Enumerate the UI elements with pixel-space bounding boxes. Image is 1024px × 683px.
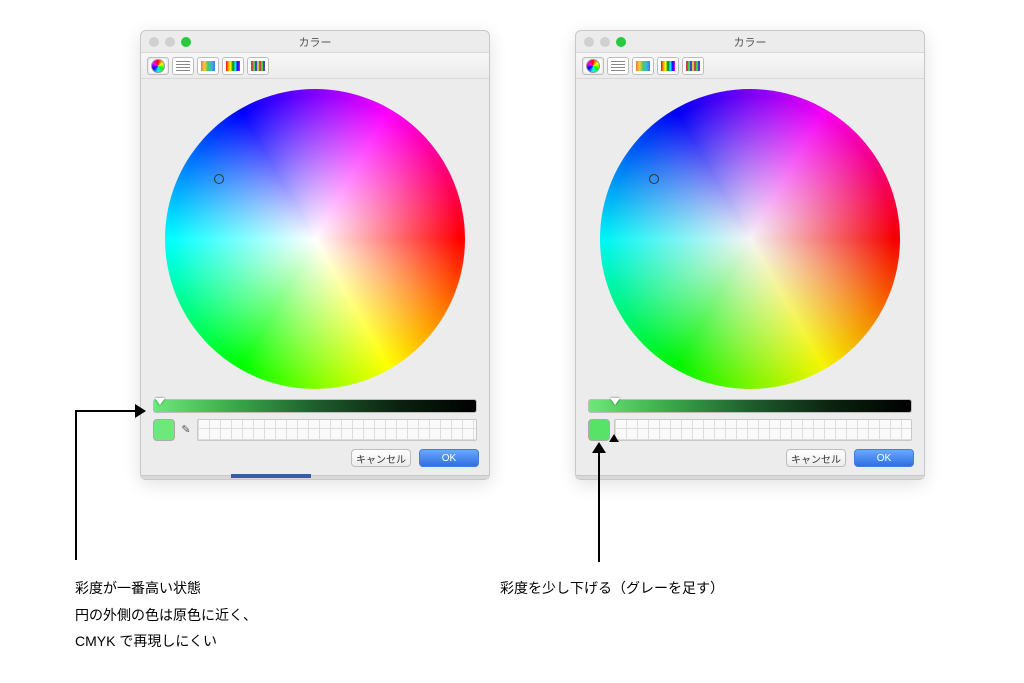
caption-left: 彩度が一番高い状態 円の外側の色は原色に近く、 CMYK で再現しにくい: [75, 575, 257, 655]
mode-sliders-button[interactable]: [607, 57, 629, 75]
mode-spectrum-button[interactable]: [657, 57, 679, 75]
caption-line: 円の外側の色は原色に近く、: [75, 602, 257, 629]
traffic-lights: [584, 37, 626, 47]
swatch-row: ✎: [141, 415, 489, 445]
sliders-icon: [176, 61, 190, 71]
swatch-grid[interactable]: [197, 419, 477, 441]
palette-icon: [636, 61, 650, 71]
current-swatch[interactable]: [588, 419, 610, 441]
mode-pencils-button[interactable]: [247, 57, 269, 75]
button-row: キャンセル OK: [576, 445, 924, 475]
color-wheel-icon: [151, 59, 165, 73]
bottom-bar: [141, 475, 489, 479]
wheel-cursor[interactable]: [649, 174, 659, 184]
mode-wheel-button[interactable]: [582, 57, 604, 75]
color-picker-right: カラー キャンセル OK: [575, 30, 925, 480]
brightness-slider[interactable]: [153, 399, 477, 413]
minimize-dot[interactable]: [600, 37, 610, 47]
brightness-slider-row: [576, 395, 924, 415]
swatch-grid[interactable]: [614, 419, 912, 441]
spectrum-icon: [661, 61, 675, 71]
caption-line: 彩度が一番高い状態: [75, 575, 257, 602]
wheel-area: [141, 79, 489, 395]
wheel-cursor[interactable]: [214, 174, 224, 184]
current-swatch[interactable]: [153, 419, 175, 441]
caption-right: 彩度を少し下げる（グレーを足す）: [500, 575, 724, 602]
button-row: キャンセル OK: [141, 445, 489, 475]
color-wheel[interactable]: [165, 89, 465, 389]
pencils-icon: [251, 61, 265, 71]
palette-icon: [201, 61, 215, 71]
titlebar[interactable]: カラー: [141, 31, 489, 53]
resize-strip: [231, 474, 311, 478]
traffic-lights: [149, 37, 191, 47]
mode-palette-button[interactable]: [632, 57, 654, 75]
wheel-area: [576, 79, 924, 395]
pencils-icon: [686, 61, 700, 71]
window-title: カラー: [576, 34, 924, 50]
mode-toolbar: [576, 53, 924, 79]
cancel-button[interactable]: キャンセル: [786, 449, 846, 467]
eyedropper-icon[interactable]: ✎: [179, 423, 193, 437]
brightness-slider-row: [141, 395, 489, 415]
mode-sliders-button[interactable]: [172, 57, 194, 75]
mode-wheel-button[interactable]: [147, 57, 169, 75]
bottom-bar: [576, 475, 924, 479]
spectrum-icon: [226, 61, 240, 71]
mode-pencils-button[interactable]: [682, 57, 704, 75]
ok-button[interactable]: OK: [419, 449, 479, 467]
mode-spectrum-button[interactable]: [222, 57, 244, 75]
zoom-dot[interactable]: [181, 37, 191, 47]
ok-button[interactable]: OK: [854, 449, 914, 467]
color-wheel[interactable]: [600, 89, 900, 389]
close-dot[interactable]: [149, 37, 159, 47]
mode-palette-button[interactable]: [197, 57, 219, 75]
caption-line: 彩度を少し下げる（グレーを足す）: [500, 580, 724, 596]
zoom-dot[interactable]: [616, 37, 626, 47]
titlebar[interactable]: カラー: [576, 31, 924, 53]
color-wheel-icon: [586, 59, 600, 73]
swatch-row: [576, 415, 924, 445]
caption-line: CMYK で再現しにくい: [75, 628, 257, 655]
sliders-icon: [611, 61, 625, 71]
brightness-slider[interactable]: [588, 399, 912, 413]
minimize-dot[interactable]: [165, 37, 175, 47]
mode-toolbar: [141, 53, 489, 79]
cancel-button[interactable]: キャンセル: [351, 449, 411, 467]
swatch-override-marker: [609, 434, 619, 442]
close-dot[interactable]: [584, 37, 594, 47]
window-title: カラー: [141, 34, 489, 50]
color-picker-left: カラー ✎ キャンセル OK: [140, 30, 490, 480]
